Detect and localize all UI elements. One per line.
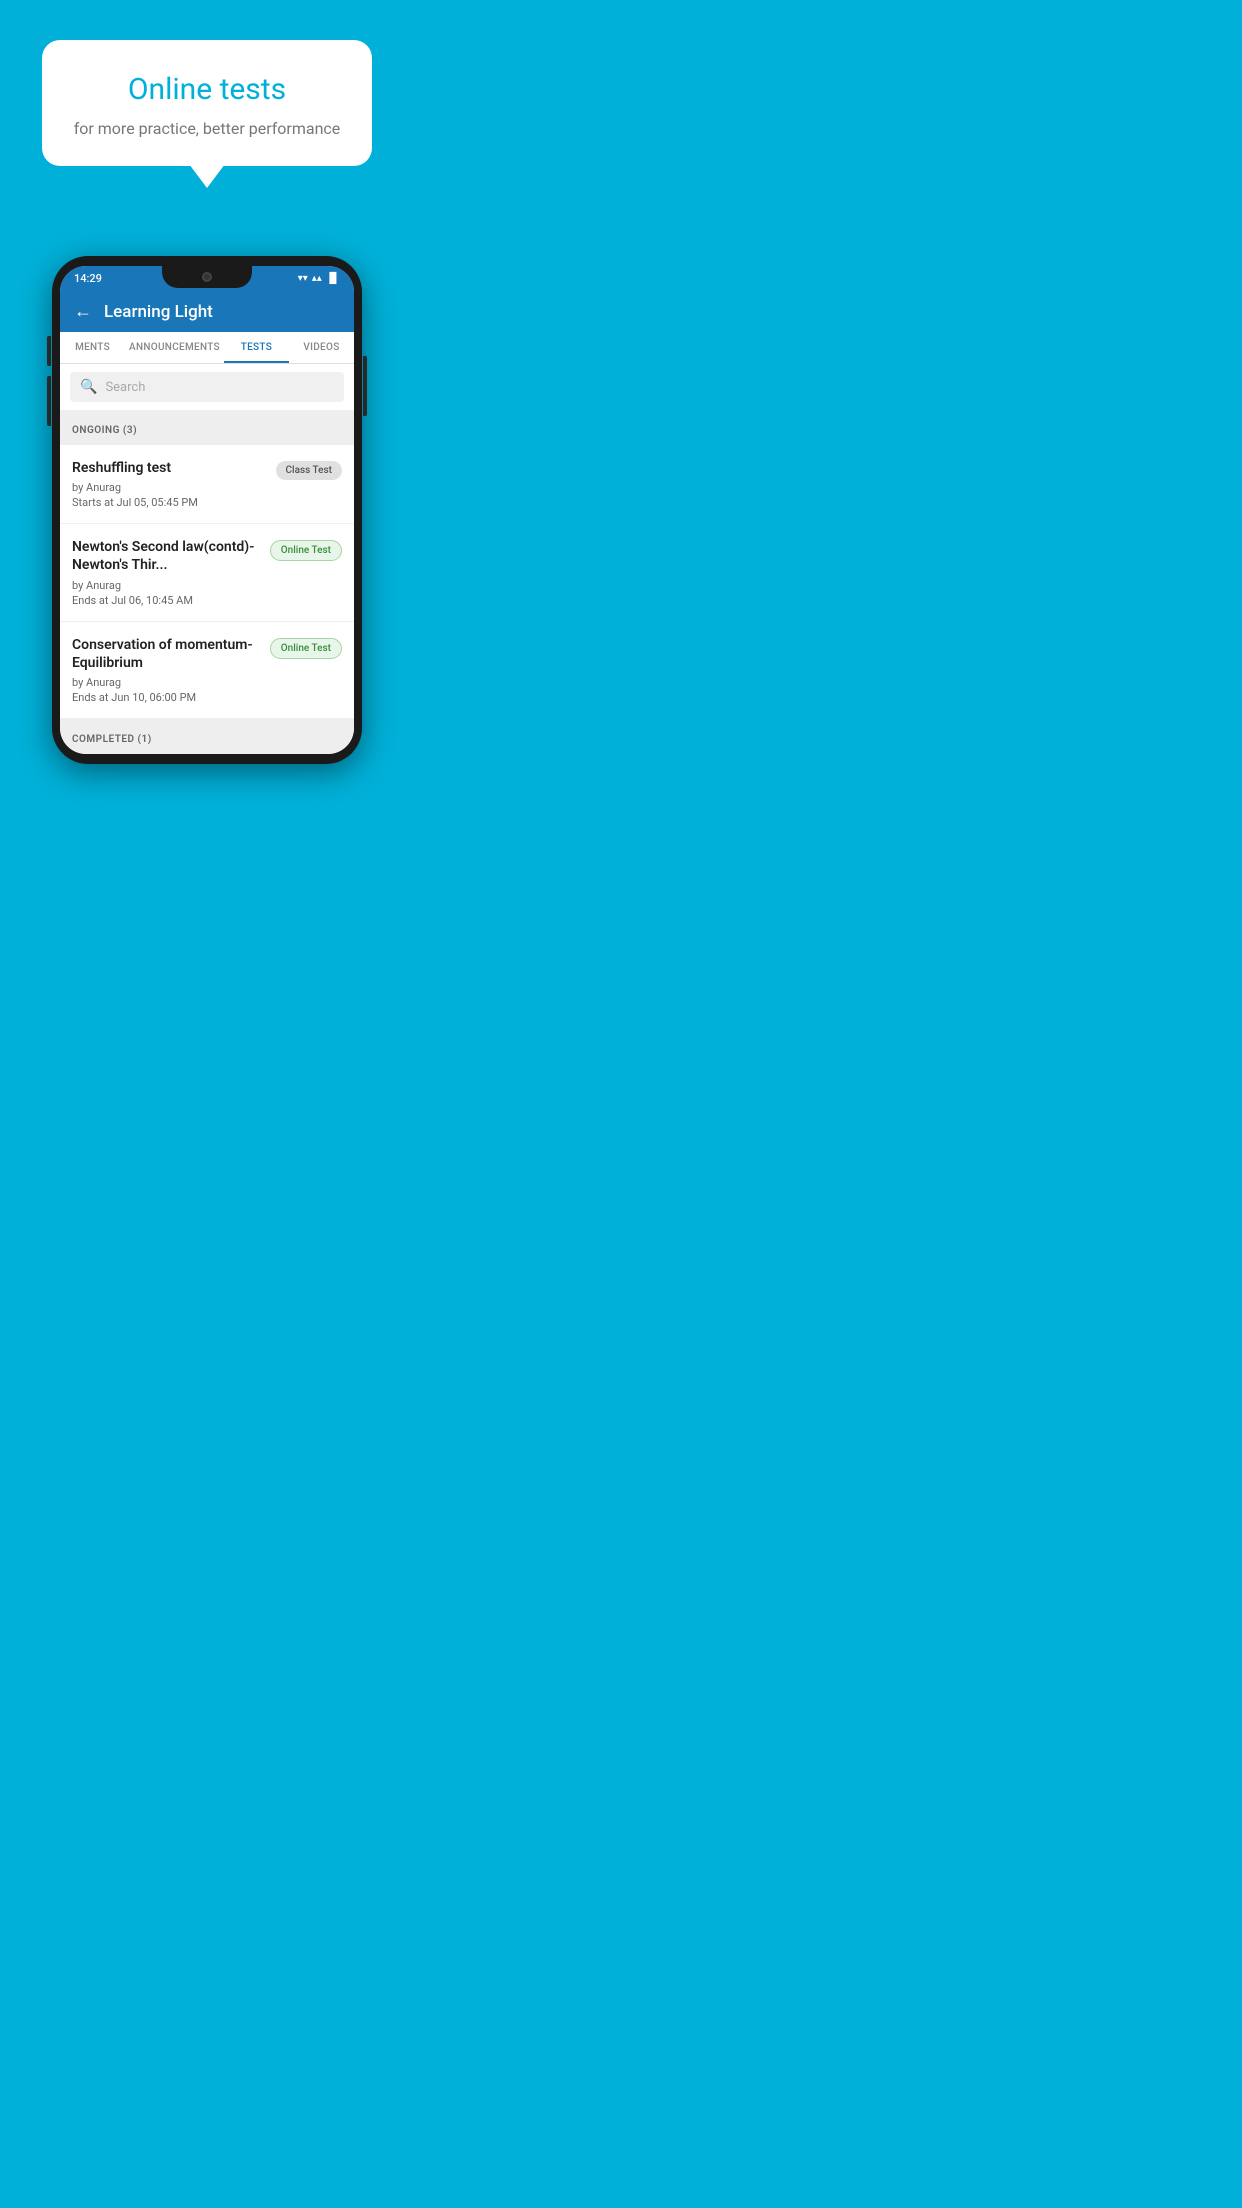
test-by: by Anurag (72, 579, 262, 592)
test-info: Conservation of momentum-Equilibrium by … (72, 636, 270, 704)
completed-label: COMPLETED (1) (72, 734, 152, 745)
side-button-right (363, 356, 367, 416)
status-time: 14:29 (74, 272, 102, 285)
tab-videos[interactable]: VIDEOS (289, 332, 354, 363)
side-button-left-bottom (47, 376, 51, 426)
search-icon: 🔍 (80, 379, 97, 395)
speech-bubble: Online tests for more practice, better p… (42, 40, 371, 166)
list-item[interactable]: Conservation of momentum-Equilibrium by … (60, 622, 354, 719)
tab-announcements[interactable]: ANNOUNCEMENTS (125, 332, 224, 363)
tabs-bar: MENTS ANNOUNCEMENTS TESTS VIDEOS (60, 332, 354, 364)
ongoing-section-header: ONGOING (3) (60, 410, 354, 445)
promo-title: Online tests (70, 72, 343, 107)
test-list: Reshuffling test by Anurag Starts at Jul… (60, 445, 354, 719)
phone-outer: 14:29 ▾▾ ▴▴ ▐▌ ← Learning Light MENTS AN… (52, 256, 362, 764)
tab-tests[interactable]: TESTS (224, 332, 289, 363)
test-info: Newton's Second law(contd)-Newton's Thir… (72, 538, 270, 606)
test-date: Ends at Jun 10, 06:00 PM (72, 691, 262, 704)
phone-screen: 14:29 ▾▾ ▴▴ ▐▌ ← Learning Light MENTS AN… (60, 266, 354, 754)
test-date: Starts at Jul 05, 05:45 PM (72, 496, 268, 509)
phone-notch (162, 266, 252, 288)
promo-subtitle: for more practice, better performance (70, 119, 343, 138)
list-item[interactable]: Reshuffling test by Anurag Starts at Jul… (60, 445, 354, 524)
search-input[interactable]: Search (105, 380, 145, 395)
signal-icon: ▴▴ (312, 273, 322, 284)
completed-section-header: COMPLETED (1) (60, 719, 354, 754)
front-camera (202, 272, 212, 282)
search-container: 🔍 Search (60, 364, 354, 410)
side-button-left-top (47, 336, 51, 366)
search-input-wrap[interactable]: 🔍 Search (70, 372, 344, 402)
test-badge-online: Online Test (270, 540, 342, 561)
app-bar: ← Learning Light (60, 291, 354, 332)
list-item[interactable]: Newton's Second law(contd)-Newton's Thir… (60, 524, 354, 621)
battery-icon: ▐▌ (326, 273, 340, 284)
phone-mockup: 14:29 ▾▾ ▴▴ ▐▌ ← Learning Light MENTS AN… (52, 256, 362, 764)
test-by: by Anurag (72, 676, 262, 689)
test-info: Reshuffling test by Anurag Starts at Jul… (72, 459, 276, 509)
test-name: Reshuffling test (72, 459, 268, 477)
status-icons: ▾▾ ▴▴ ▐▌ (298, 273, 340, 284)
test-name: Conservation of momentum-Equilibrium (72, 636, 262, 672)
test-date: Ends at Jul 06, 10:45 AM (72, 594, 262, 607)
test-badge-class: Class Test (276, 461, 342, 480)
ongoing-label: ONGOING (3) (72, 425, 137, 436)
app-title: Learning Light (104, 302, 213, 322)
test-badge-online-2: Online Test (270, 638, 342, 659)
test-by: by Anurag (72, 481, 268, 494)
test-name: Newton's Second law(contd)-Newton's Thir… (72, 538, 262, 574)
promo-area: Online tests for more practice, better p… (0, 0, 414, 226)
tab-ments[interactable]: MENTS (60, 332, 125, 363)
back-button[interactable]: ← (74, 301, 92, 322)
wifi-icon: ▾▾ (298, 273, 308, 284)
